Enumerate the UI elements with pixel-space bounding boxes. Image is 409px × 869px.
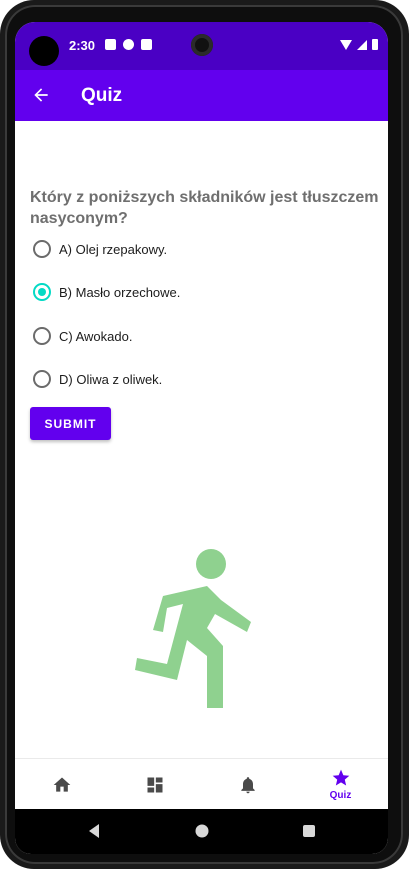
bell-icon [240,776,255,793]
bottom-navigation: Quiz [15,758,388,810]
signal-icon [357,39,367,50]
home-icon [53,777,70,792]
nav-notifications[interactable] [201,759,294,810]
system-navigation-bar [15,809,388,854]
star-icon [332,769,349,786]
nav-quiz-label: Quiz [329,790,352,801]
screen: 2:30 Quiz Który z poniższych składników … [15,22,388,854]
device-frame: 2:30 Quiz Który z poniższych składników … [0,0,409,869]
option-c[interactable]: C) Awokado. [33,324,132,348]
wifi-icon [340,39,352,50]
option-label: C) Awokado. [59,328,133,344]
option-d[interactable]: D) Oliwa z oliwek. [33,367,162,391]
option-a[interactable]: A) Olej rzepakowy. [33,237,167,261]
system-status-icons [340,39,378,50]
back-triangle-icon[interactable] [87,823,101,839]
sync-notification-icon [123,39,134,50]
nav-quiz[interactable]: Quiz [294,759,387,810]
option-label: A) Olej rzepakowy. [59,241,168,257]
option-label: D) Oliwa z oliwek. [59,371,163,387]
radio-button[interactable] [33,240,51,258]
back-button[interactable] [29,83,53,107]
status-bar: 2:30 [15,22,388,70]
page-title: Quiz [81,85,123,106]
option-b[interactable]: B) Masło orzechowe. [33,280,180,304]
radio-dot [38,288,46,296]
front-camera [191,34,213,56]
arrow-back-icon [34,88,48,102]
nav-home[interactable] [15,759,108,810]
camera-hole [29,36,59,66]
app-bar: Quiz [15,70,388,121]
running-person-icon [135,549,251,708]
option-label: B) Masło orzechowe. [59,284,181,300]
keyboard-notification-icon [105,39,116,50]
radio-button-selected[interactable] [33,283,51,301]
radio-button[interactable] [33,327,51,345]
nav-dashboard[interactable] [108,759,201,810]
recents-square-icon[interactable] [301,823,317,839]
status-time: 2:30 [69,38,96,53]
dashboard-icon [147,777,162,792]
home-circle-icon[interactable] [194,823,210,839]
question-text: Który z poniższych składników jest tłusz… [30,189,379,227]
submit-button[interactable]: SUBMIT [30,407,111,440]
sd-card-icon [141,39,152,50]
radio-button[interactable] [33,370,51,388]
notification-icons [105,39,152,50]
battery-icon [372,39,378,50]
